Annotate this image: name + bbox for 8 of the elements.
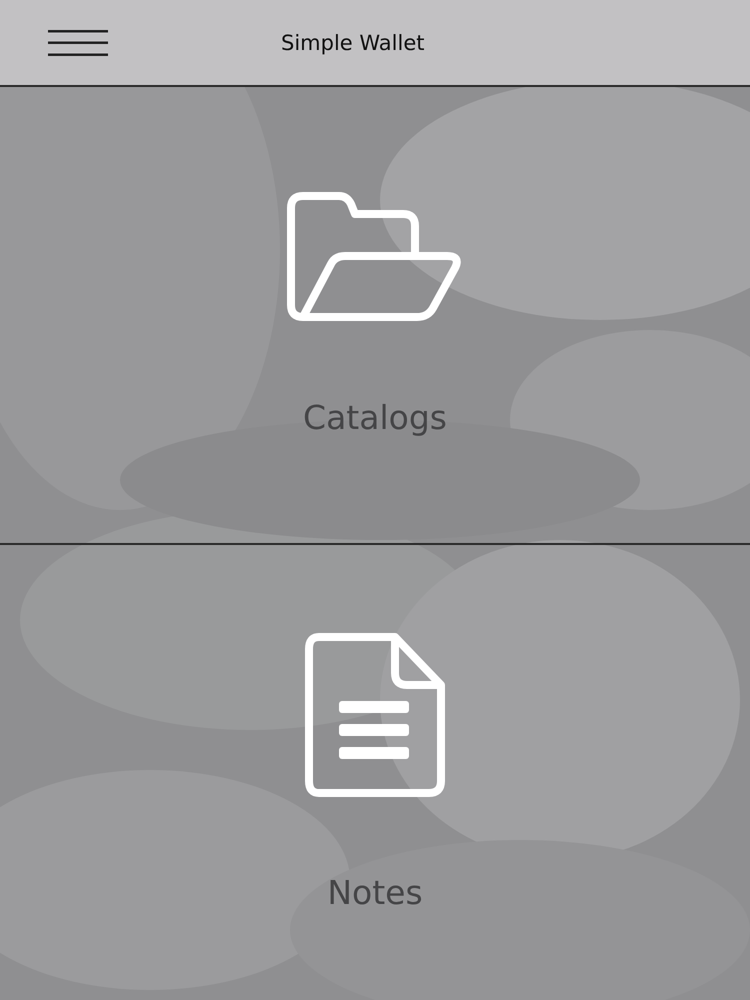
app-title: Simple Wallet bbox=[281, 30, 424, 54]
tile-label: Notes bbox=[327, 872, 423, 912]
menu-tile[interactable]: Catalogs bbox=[0, 87, 750, 544]
menu-tile[interactable]: Notes bbox=[0, 544, 750, 1000]
menu-icon[interactable] bbox=[48, 30, 108, 56]
tile-label: Catalogs bbox=[303, 398, 447, 438]
folder-icon bbox=[287, 192, 463, 322]
document-icon bbox=[305, 632, 445, 797]
